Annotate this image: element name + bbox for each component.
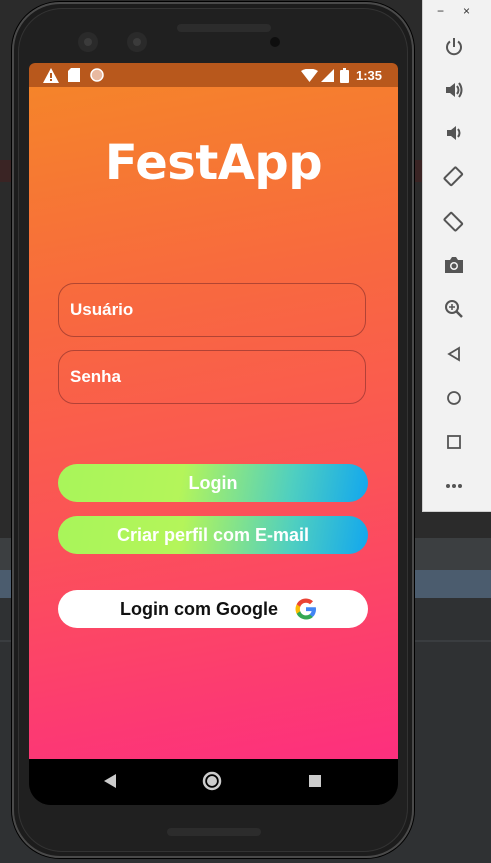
home-icon[interactable] bbox=[202, 771, 222, 796]
rotate-right-icon[interactable] bbox=[443, 210, 465, 232]
status-time: 1:35 bbox=[356, 67, 383, 83]
rotate-left-icon[interactable] bbox=[443, 166, 465, 188]
camera-icon[interactable] bbox=[443, 254, 465, 276]
front-camera bbox=[127, 32, 147, 52]
emulator-toolbar: − × bbox=[422, 0, 491, 512]
signal-icon bbox=[321, 67, 334, 83]
username-placeholder: Usuário bbox=[70, 300, 134, 319]
front-camera bbox=[78, 32, 98, 52]
home-icon[interactable] bbox=[443, 387, 465, 409]
zoom-icon[interactable] bbox=[443, 298, 465, 320]
username-field[interactable]: Usuário bbox=[58, 283, 366, 337]
top-speaker bbox=[177, 24, 271, 32]
google-g-icon bbox=[294, 597, 318, 626]
battery-icon bbox=[340, 67, 349, 83]
app-title: FestApp bbox=[104, 135, 323, 191]
bottom-speaker bbox=[167, 828, 261, 836]
create-profile-button-label: Criar perfil com E-mail bbox=[116, 524, 310, 545]
app-content: FestApp Usuário Senha Login Criar perfil… bbox=[29, 87, 398, 759]
login-button-label: Login bbox=[188, 472, 238, 493]
status-bar: 1:35 bbox=[29, 63, 398, 87]
overview-icon[interactable] bbox=[443, 431, 465, 453]
navigation-bar bbox=[29, 759, 398, 805]
warning-icon bbox=[43, 67, 59, 83]
volume-down-icon[interactable] bbox=[443, 122, 465, 144]
wifi-icon bbox=[301, 67, 318, 83]
password-field[interactable]: Senha bbox=[58, 350, 366, 404]
minimize-button[interactable]: − bbox=[437, 4, 444, 18]
create-profile-button[interactable]: Criar perfil com E-mail bbox=[58, 516, 368, 554]
proximity-sensor bbox=[270, 37, 280, 47]
sd-card-icon bbox=[68, 67, 80, 83]
recents-icon[interactable] bbox=[309, 774, 321, 792]
google-login-label: Login com Google bbox=[120, 598, 278, 619]
more-icon[interactable] bbox=[443, 475, 465, 497]
phone-screen: 1:35 FestApp Usuário Senha Login Criar p… bbox=[29, 63, 398, 805]
login-button[interactable]: Login bbox=[58, 464, 368, 502]
close-button[interactable]: × bbox=[463, 4, 470, 18]
circle-icon bbox=[90, 67, 104, 83]
volume-up-icon[interactable] bbox=[443, 79, 465, 101]
password-placeholder: Senha bbox=[70, 367, 122, 386]
back-icon[interactable] bbox=[443, 343, 465, 365]
ide-background bbox=[0, 160, 12, 182]
back-icon[interactable] bbox=[103, 773, 117, 794]
google-login-button[interactable]: Login com Google bbox=[58, 590, 368, 628]
power-icon[interactable] bbox=[443, 36, 465, 58]
